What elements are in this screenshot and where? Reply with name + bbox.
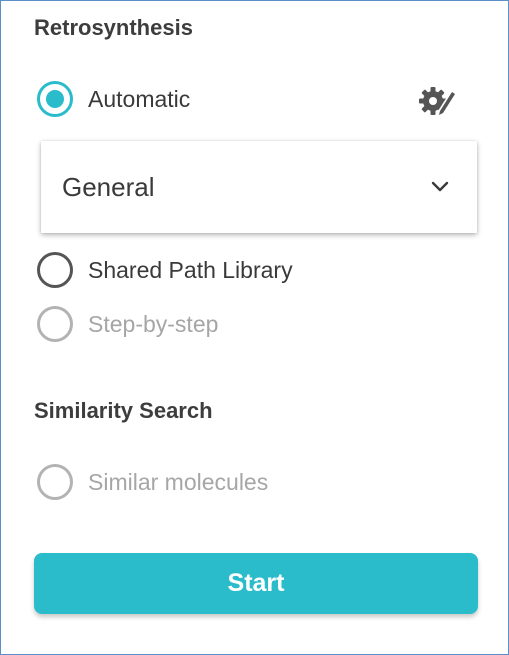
start-button[interactable]: Start — [34, 553, 478, 614]
step-by-step-option: Step-by-step — [37, 306, 218, 342]
gear-pencil-icon — [419, 87, 457, 116]
automatic-settings-button[interactable] — [416, 81, 460, 121]
shared-path-library-radio[interactable] — [37, 252, 73, 288]
shared-path-library-option[interactable]: Shared Path Library — [37, 252, 293, 288]
algorithm-select-value: General — [62, 171, 155, 202]
similar-molecules-label: Similar molecules — [88, 468, 269, 495]
automatic-option[interactable]: Automatic — [37, 81, 190, 117]
automatic-radio[interactable] — [37, 81, 73, 117]
retrosynthesis-heading: Retrosynthesis — [34, 15, 193, 40]
similarity-search-heading: Similarity Search — [34, 398, 213, 423]
similar-molecules-option: Similar molecules — [37, 464, 268, 500]
similar-molecules-radio — [37, 464, 73, 500]
step-by-step-radio — [37, 306, 73, 342]
shared-path-library-label: Shared Path Library — [88, 256, 293, 283]
chevron-down-icon — [431, 181, 449, 192]
search-options-panel: Retrosynthesis Automatic General Shared … — [0, 0, 509, 655]
algorithm-select[interactable]: General — [41, 141, 477, 233]
step-by-step-label: Step-by-step — [88, 310, 219, 337]
automatic-label: Automatic — [88, 85, 191, 112]
